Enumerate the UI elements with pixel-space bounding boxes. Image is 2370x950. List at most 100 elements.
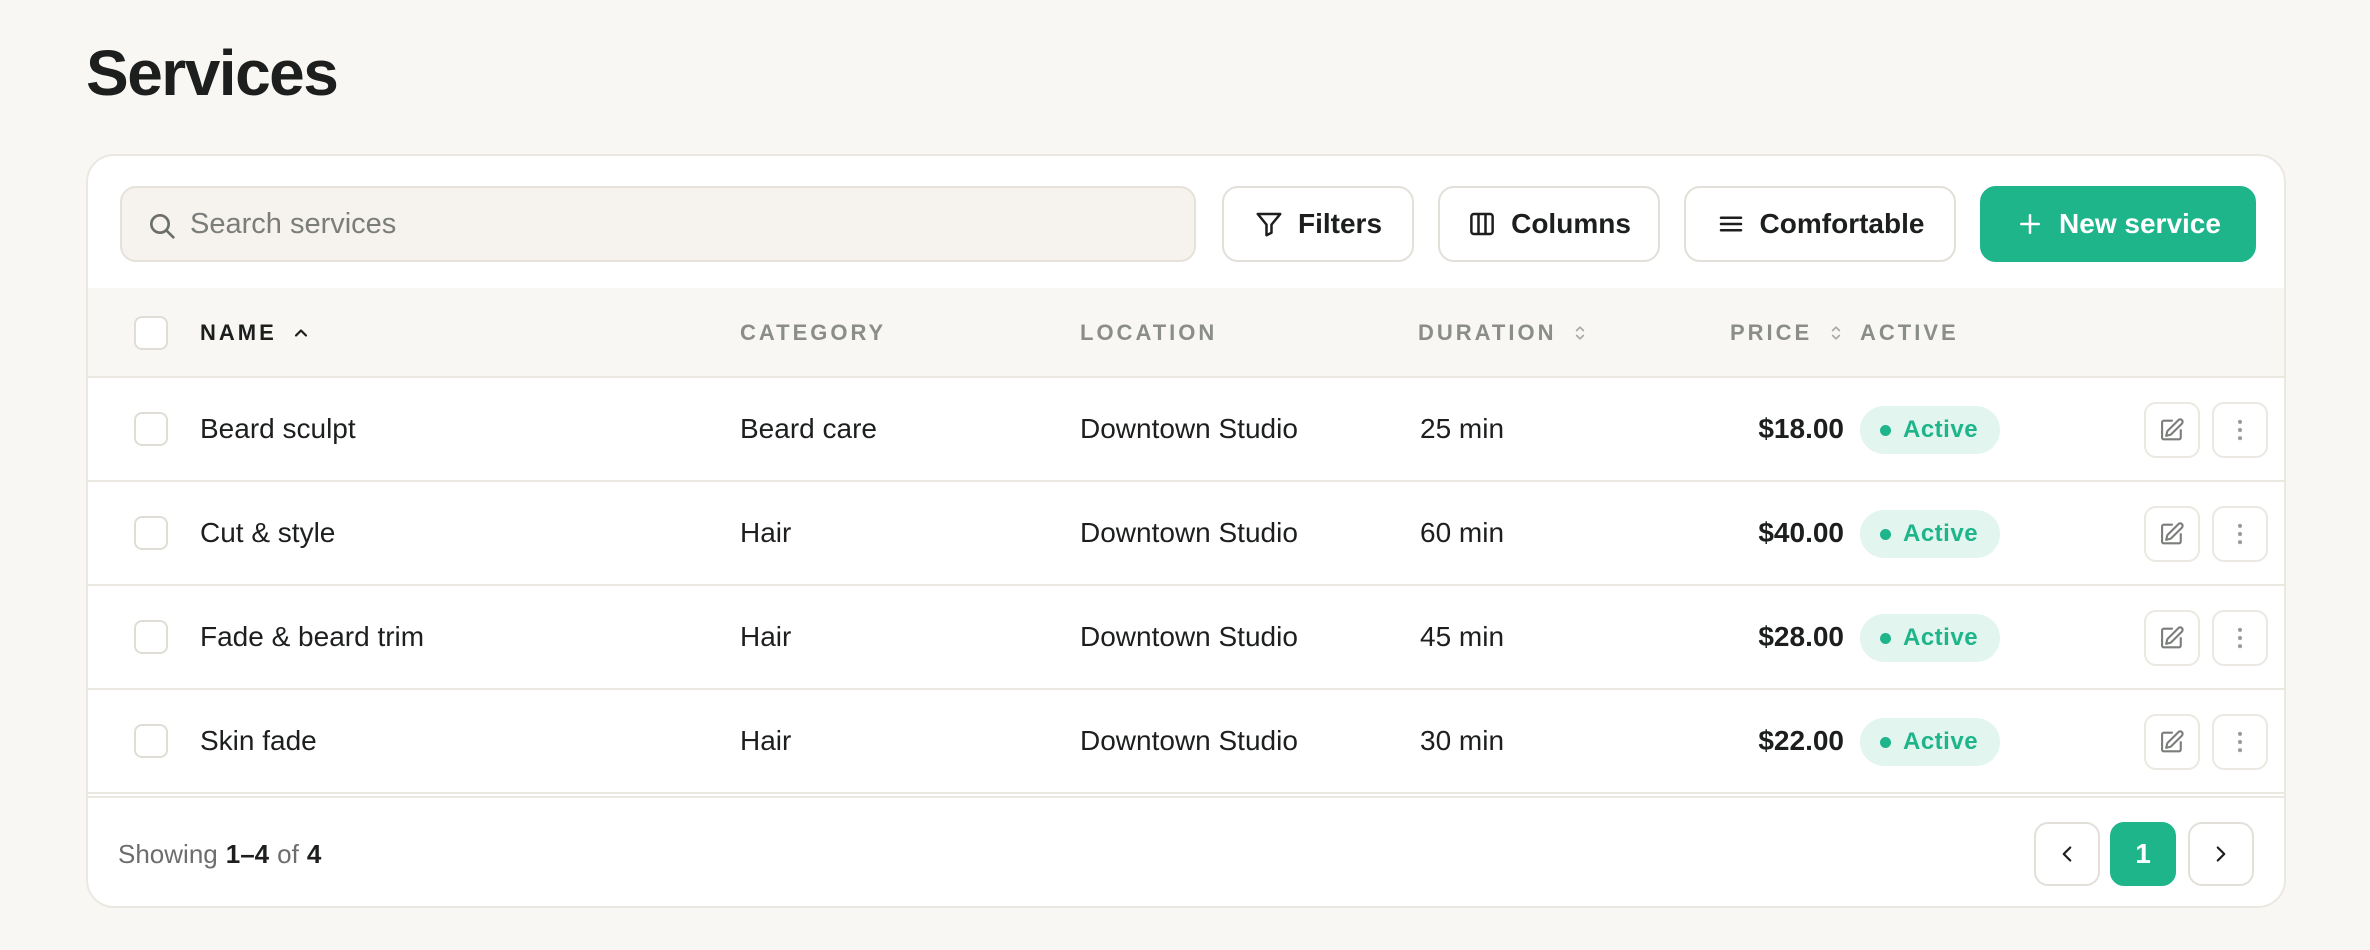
cell-location: Downtown Studio	[1080, 413, 1298, 444]
column-header-active-label: ACTIVE	[1860, 320, 1959, 345]
services-table-card: Filters Columns Comfortable New service …	[86, 154, 2286, 908]
edit-button[interactable]	[2144, 610, 2200, 666]
status-badge: Active	[1860, 614, 2001, 662]
status-dot-icon	[1880, 528, 1891, 540]
select-all-checkbox[interactable]	[134, 316, 168, 350]
table-header: NAME CATEGORY LOCATION DURATION PRICE AC…	[88, 288, 2284, 378]
cell-location: Downtown Studio	[1080, 621, 1298, 652]
column-header-active: ACTIVE	[1860, 288, 1959, 378]
row-checkbox[interactable]	[134, 620, 168, 654]
search-box[interactable]	[120, 186, 1196, 262]
more-actions-button[interactable]	[2212, 506, 2268, 562]
cell-location: Downtown Studio	[1080, 517, 1298, 548]
column-header-duration[interactable]: DURATION	[1418, 288, 1590, 378]
status-dot-icon	[1880, 736, 1891, 748]
density-button[interactable]: Comfortable	[1684, 186, 1956, 262]
density-icon	[1719, 216, 1742, 232]
table-row[interactable]: Beard sculpt Beard care Downtown Studio …	[88, 378, 2284, 482]
status-dot-icon	[1880, 424, 1891, 436]
row-checkbox[interactable]	[134, 516, 168, 550]
table-footer: Showing 1–4 of 4 1	[88, 796, 2284, 906]
page-title: Services	[86, 37, 339, 109]
search-input[interactable]	[190, 188, 1170, 260]
page-button-current[interactable]: 1	[2110, 822, 2176, 886]
status-badge: Active	[1860, 718, 2001, 766]
sort-unsorted-icon	[1832, 326, 1841, 340]
cell-name: Beard sculpt	[200, 413, 356, 444]
edit-icon	[2161, 522, 2184, 545]
sort-unsorted-icon	[1576, 326, 1585, 340]
new-service-button[interactable]: New service	[1980, 186, 2256, 262]
cell-price: $18.00	[1758, 413, 1844, 444]
column-header-category: CATEGORY	[740, 288, 886, 378]
sort-ascending-icon	[294, 329, 307, 337]
status-badge: Active	[1860, 510, 2001, 558]
more-actions-button[interactable]	[2212, 714, 2268, 770]
row-checkbox[interactable]	[134, 724, 168, 758]
column-header-location-label: LOCATION	[1080, 320, 1218, 345]
chevron-right-icon	[2216, 846, 2226, 862]
column-header-price-label: PRICE	[1730, 320, 1813, 345]
pagination-summary: Showing 1–4 of 4	[118, 798, 322, 906]
cell-duration: 60 min	[1420, 517, 1505, 548]
status-badge-label: Active	[1903, 624, 1979, 651]
status-badge-label: Active	[1903, 520, 1979, 547]
table-row[interactable]: Skin fade Hair Downtown Studio 30 min $2…	[88, 690, 2284, 794]
edit-button[interactable]	[2144, 402, 2200, 458]
table-toolbar: Filters Columns Comfortable New service	[88, 156, 2284, 288]
columns-button[interactable]: Columns	[1438, 186, 1660, 262]
showing-range: 1–4	[225, 838, 270, 869]
column-header-name-label: NAME	[200, 320, 277, 345]
cell-price: $28.00	[1758, 621, 1844, 652]
more-actions-button[interactable]	[2212, 402, 2268, 458]
showing-of: of	[277, 838, 299, 869]
cell-name: Skin fade	[200, 725, 317, 756]
edit-icon	[2161, 418, 2184, 441]
edit-button[interactable]	[2144, 506, 2200, 562]
edit-icon	[2161, 626, 2184, 649]
cell-location: Downtown Studio	[1080, 725, 1298, 756]
cell-duration: 30 min	[1420, 725, 1505, 756]
edit-button[interactable]	[2144, 714, 2200, 770]
table-row[interactable]: Cut & style Hair Downtown Studio 60 min …	[88, 482, 2284, 586]
more-vertical-icon	[2237, 523, 2243, 545]
showing-prefix: Showing	[118, 838, 218, 869]
search-icon	[150, 214, 175, 239]
cell-duration: 45 min	[1420, 621, 1505, 652]
filter-icon	[1256, 212, 1282, 237]
cell-name: Fade & beard trim	[200, 621, 425, 652]
columns-button-label: Columns	[1511, 208, 1631, 239]
cell-category: Hair	[740, 517, 792, 548]
new-service-button-label: New service	[2059, 208, 2221, 239]
filters-button-label: Filters	[1297, 208, 1383, 239]
cell-name: Cut & style	[200, 517, 336, 548]
plus-icon	[2020, 214, 2041, 234]
chevron-left-icon	[2062, 846, 2072, 862]
column-header-duration-label: DURATION	[1418, 320, 1557, 345]
cell-category: Beard care	[740, 413, 877, 444]
next-page-button[interactable]	[2188, 822, 2254, 886]
columns-icon	[1470, 212, 1494, 236]
row-checkbox[interactable]	[134, 412, 168, 446]
cell-category: Hair	[740, 725, 792, 756]
column-header-price[interactable]: PRICE	[1730, 288, 1846, 378]
table-row[interactable]: Fade & beard trim Hair Downtown Studio 4…	[88, 586, 2284, 690]
edit-icon	[2161, 730, 2184, 753]
column-header-category-label: CATEGORY	[740, 320, 887, 345]
previous-page-button[interactable]	[2034, 822, 2100, 886]
status-dot-icon	[1880, 632, 1891, 644]
status-badge-label: Active	[1903, 728, 1979, 755]
status-badge: Active	[1860, 406, 2001, 454]
filters-button[interactable]: Filters	[1222, 186, 1414, 262]
cell-duration: 25 min	[1420, 413, 1505, 444]
more-vertical-icon	[2237, 627, 2243, 649]
showing-total: 4	[306, 838, 322, 869]
cell-price: $22.00	[1758, 725, 1844, 756]
more-vertical-icon	[2237, 731, 2243, 753]
column-header-name[interactable]: NAME	[200, 288, 311, 378]
cell-price: $40.00	[1758, 517, 1844, 548]
more-actions-button[interactable]	[2212, 610, 2268, 666]
cell-category: Hair	[740, 621, 792, 652]
more-vertical-icon	[2237, 419, 2243, 441]
status-badge-label: Active	[1903, 416, 1979, 443]
